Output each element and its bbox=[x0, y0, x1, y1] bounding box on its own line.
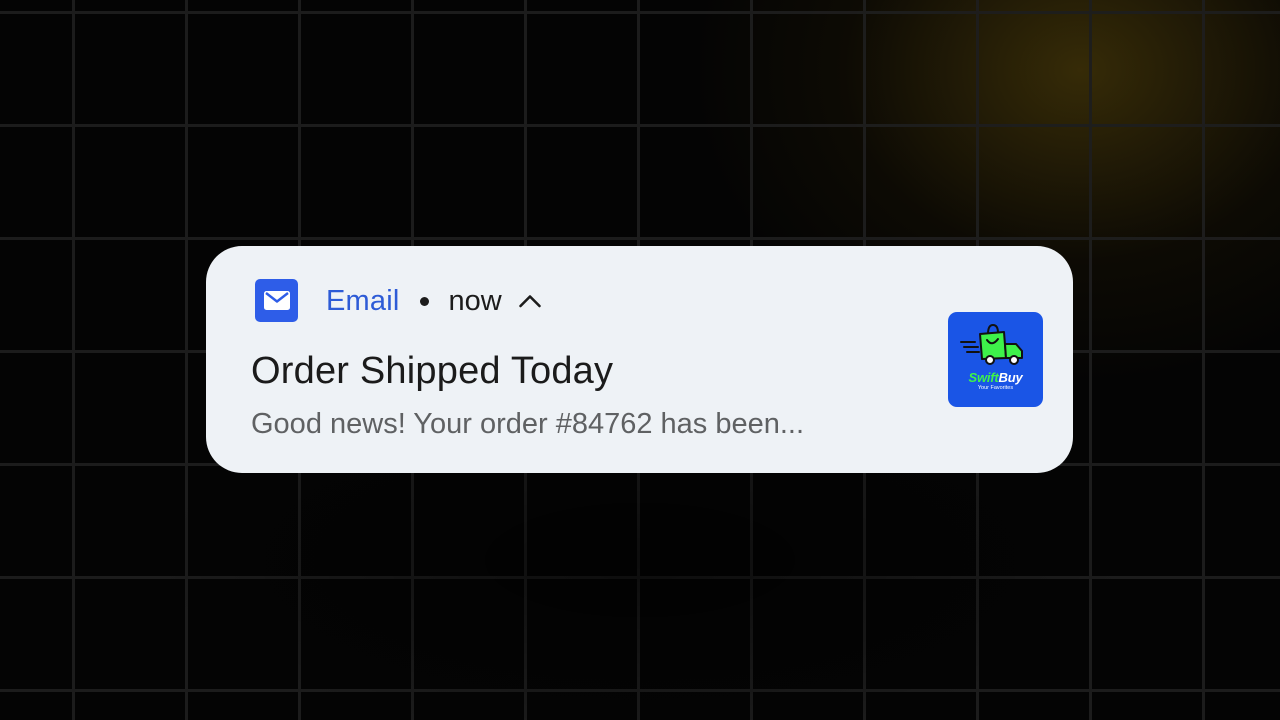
chevron-up-icon[interactable] bbox=[518, 289, 542, 313]
brand-tagline: Your Favorites bbox=[977, 385, 1014, 391]
brand-name: SwiftBuy bbox=[968, 370, 1023, 385]
delivery-truck-icon bbox=[960, 323, 1023, 365]
background: Email now Order Shipped Today Good news!… bbox=[0, 0, 1280, 720]
notification-time: now bbox=[448, 284, 502, 317]
app-name: Email bbox=[326, 284, 400, 317]
notification-body: Good news! Your order #84762 has been... bbox=[251, 408, 805, 440]
envelope-icon bbox=[255, 279, 298, 322]
notification-card[interactable]: Email now Order Shipped Today Good news!… bbox=[206, 246, 1073, 473]
swiftbuy-logo-thumbnail: SwiftBuy Your Favorites bbox=[948, 312, 1043, 407]
separator-dot bbox=[419, 296, 429, 306]
notification-header: Email now bbox=[326, 280, 542, 322]
notification-title: Order Shipped Today bbox=[251, 350, 614, 392]
